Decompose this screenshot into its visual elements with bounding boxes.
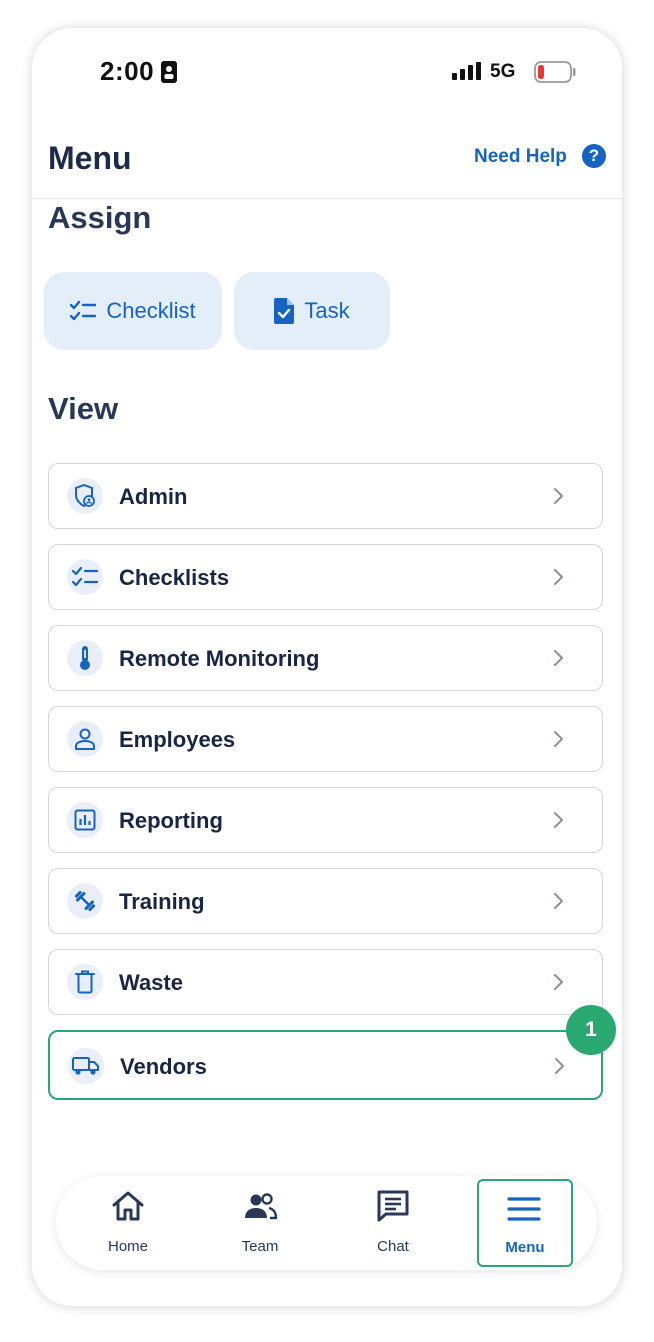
view-item-label: Waste [119, 970, 183, 995]
help-icon[interactable]: ? [582, 144, 606, 168]
checklist-icon [70, 300, 97, 321]
view-item-remote-monitoring[interactable]: Remote Monitoring [48, 625, 603, 691]
view-item-label: Admin [119, 484, 188, 509]
need-help-link[interactable]: Need Help [474, 146, 567, 168]
view-item-label: Reporting [119, 808, 223, 833]
task-document-icon [274, 298, 295, 324]
checklist-icon [67, 559, 103, 595]
assign-heading: Assign [48, 200, 152, 235]
assign-task-button[interactable]: Task [234, 272, 390, 350]
bottom-tab-bar: Home Team Chat Menu [56, 1176, 597, 1270]
view-item-admin[interactable]: Admin [48, 463, 603, 529]
view-item-waste[interactable]: Waste [48, 949, 603, 1015]
assign-task-label: Task [304, 298, 350, 323]
id-badge-icon [161, 61, 177, 83]
assign-checklist-button[interactable]: Checklist [44, 272, 222, 350]
page-title: Menu [48, 140, 132, 176]
truck-icon [68, 1048, 104, 1084]
phone-frame: 2:00 5G Menu Need Help ? Assign Checklis… [32, 28, 622, 1306]
team-icon [245, 1193, 278, 1220]
view-item-vendors[interactable]: Vendors [48, 1030, 603, 1100]
chevron-right-icon [554, 731, 563, 747]
view-item-employees[interactable]: Employees [48, 706, 603, 772]
view-heading: View [48, 391, 119, 426]
tab-team[interactable]: Team [212, 1176, 308, 1270]
view-item-label: Remote Monitoring [119, 646, 320, 671]
dumbbell-icon [67, 883, 103, 919]
chat-icon [377, 1190, 409, 1222]
view-item-checklists[interactable]: Checklists [48, 544, 603, 610]
view-item-reporting[interactable]: Reporting [48, 787, 603, 853]
chevron-right-icon [554, 488, 563, 504]
tab-chat-label: Chat [377, 1238, 409, 1255]
tab-menu-label: Menu [505, 1239, 545, 1256]
view-item-label: Checklists [119, 565, 230, 590]
view-item-label: Vendors [120, 1054, 207, 1079]
signal-icon [452, 62, 481, 80]
admin-shield-icon [67, 478, 103, 514]
tab-home-label: Home [107, 1238, 148, 1255]
assign-checklist-label: Checklist [106, 298, 196, 323]
step-badge: 1 [566, 1005, 616, 1055]
network-label: 5G [490, 61, 516, 82]
person-icon [67, 721, 103, 757]
chevron-right-icon [554, 812, 563, 828]
chevron-right-icon [554, 974, 563, 990]
tab-chat[interactable]: Chat [345, 1176, 441, 1270]
view-item-training[interactable]: Training [48, 868, 603, 934]
chevron-right-icon [554, 569, 563, 585]
tab-home[interactable]: Home [80, 1176, 176, 1270]
tab-menu[interactable]: Menu [477, 1179, 573, 1267]
status-bar: 2:00 5G [32, 28, 622, 118]
chevron-right-icon [554, 650, 563, 666]
tab-team-label: Team [241, 1238, 279, 1255]
battery-low-icon [534, 61, 576, 83]
hamburger-menu-icon [507, 1197, 541, 1221]
page-header: Menu Need Help ? [32, 138, 622, 199]
chevron-right-icon [554, 893, 563, 909]
status-time: 2:00 [100, 56, 155, 86]
home-icon [112, 1191, 144, 1221]
thermometer-icon [67, 640, 103, 676]
trash-icon [67, 964, 103, 1000]
view-item-label: Training [119, 889, 205, 914]
bar-chart-icon [67, 802, 103, 838]
chevron-right-icon [555, 1058, 564, 1074]
view-item-label: Employees [119, 727, 236, 752]
